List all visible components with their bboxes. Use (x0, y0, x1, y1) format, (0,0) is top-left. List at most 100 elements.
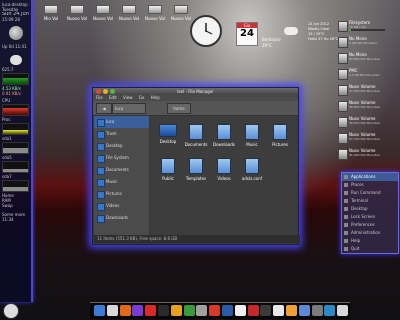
sidebar-item-label: Desktop (106, 143, 123, 148)
dock-app-icon[interactable] (273, 305, 285, 316)
menu-edit[interactable]: Edit (109, 95, 117, 100)
file-item[interactable]: Documents (183, 124, 209, 147)
dock-app-icon[interactable] (247, 305, 259, 316)
sidebar-item[interactable]: luca (94, 116, 149, 128)
hard-drive-icon (338, 37, 348, 48)
menu-item-icon (344, 183, 348, 187)
sidebar-item[interactable]: Trash (94, 128, 149, 140)
desktop-drive-5[interactable]: Nuovo Vol (141, 3, 169, 29)
menu-item-label: Run Command (351, 190, 381, 195)
window-titlebar[interactable]: Ixel - File Manager (93, 88, 298, 95)
swap-label: Swap (2, 203, 13, 208)
weather-feels: Feels 37 Hu 28°C (308, 37, 339, 41)
menu-item[interactable]: Terminal (342, 197, 398, 205)
dock-app-icon[interactable] (170, 305, 182, 316)
sidebar-item[interactable]: File System (94, 152, 149, 164)
menu-view[interactable]: View (123, 95, 133, 100)
path-button-luca[interactable]: luca (112, 103, 146, 114)
file-item[interactable]: Public (155, 158, 181, 181)
menu-item-label: Administration (351, 230, 381, 235)
file-manager-window[interactable]: Ixel - File Manager File Edit View Go He… (92, 87, 300, 245)
dock-app-icon[interactable] (324, 305, 336, 316)
drive-entry[interactable]: Nuov Volume 41,000 Not Mounted (338, 148, 396, 160)
desktop-drive-3[interactable]: Nuovo Vol (89, 3, 117, 29)
file-item[interactable]: Videos (211, 158, 237, 181)
dock-app-icon[interactable] (286, 305, 297, 316)
desktop-drive-1[interactable]: Mio Vol (37, 3, 65, 29)
menu-item[interactable]: Preferences (342, 221, 398, 229)
desktop-drive-2[interactable]: Nuovo Vol (63, 3, 91, 29)
disk-graph-3 (2, 180, 29, 192)
path-button-home[interactable]: home (167, 103, 191, 114)
dock-app-icon[interactable] (209, 305, 221, 316)
sidebar-item-label: Pictures (106, 191, 122, 196)
dock-app-icon[interactable] (311, 305, 323, 316)
sidebar: luca Trash Desktop File System Documents Musi… (94, 116, 149, 235)
menu-item[interactable]: Applications (342, 173, 398, 181)
sidebar-item[interactable]: Videos (94, 200, 149, 212)
file-view: Desktop Documents Downloads Music Pictures Pu… (151, 116, 297, 235)
menu-item[interactable]: Administration (342, 229, 398, 237)
menu-item-icon (344, 207, 348, 211)
drive-entry[interactable]: PMC 2.3 GB Not Mounted (338, 68, 396, 80)
menu-item[interactable]: Places (342, 181, 398, 189)
drive-entry[interactable]: Nu Mono 2 GB Not Mounted (338, 36, 396, 48)
drive-entry[interactable]: Filesystem 72 GB / 5% (338, 20, 396, 32)
eye-icon[interactable] (3, 303, 19, 319)
dock-app-icon[interactable] (222, 305, 233, 316)
sidebar-item[interactable]: Pictures (94, 188, 149, 200)
dock-app-icon[interactable] (196, 305, 208, 316)
dock-app-icon[interactable] (260, 305, 272, 316)
close-icon[interactable] (96, 89, 101, 94)
drive-status: 37,500 Not Mounted (349, 89, 380, 93)
sidebar-item[interactable]: Documents (94, 164, 149, 176)
desktop-drive-4[interactable]: Nuovo Vol (115, 3, 143, 29)
drive-entry[interactable]: Nu Mono 87,800 Not Mounted (338, 52, 396, 64)
dock-app-icon[interactable] (183, 305, 195, 316)
dock-app-icon[interactable] (158, 305, 169, 316)
menu-help[interactable]: Help (151, 95, 160, 100)
file-item-label: Public (162, 176, 174, 181)
dock-app-icon[interactable] (106, 305, 118, 316)
menu-go[interactable]: Go (139, 95, 145, 100)
file-item-label: Desktop (159, 139, 177, 144)
dock-app-icon[interactable] (337, 305, 349, 316)
file-item[interactable]: Desktop (155, 124, 181, 144)
file-item[interactable]: Templates (183, 158, 209, 181)
drive-status: 36,500 Not Mounted (349, 121, 380, 125)
dock-app-icon[interactable] (298, 305, 310, 316)
menu-item-icon (344, 223, 348, 227)
dock-app-icon[interactable] (234, 305, 246, 316)
menu-item[interactable]: Lock Screen (342, 213, 398, 221)
cpu-graph (2, 104, 29, 116)
dock-app-icon[interactable] (132, 305, 144, 316)
clock-face-icon (205, 23, 213, 35)
hard-drive-icon (338, 69, 348, 80)
sidebar-item[interactable]: Desktop (94, 140, 149, 152)
drive-icon (148, 5, 162, 14)
menu-item[interactable]: Run Command (342, 189, 398, 197)
drive-entry[interactable]: Nuov Volume 36,500 Not Mounted (338, 116, 396, 128)
menu-item[interactable]: Quit (342, 245, 398, 253)
minimize-icon[interactable] (103, 89, 108, 94)
maximize-icon[interactable] (110, 89, 115, 94)
menu-item[interactable]: Desktop (342, 205, 398, 213)
folder-icon (161, 158, 175, 174)
drive-entry[interactable]: Nuov Volume 48,800 Not Mounted (338, 100, 396, 112)
drive-entry[interactable]: Nuov Volume 57,700 Not Mounted (338, 132, 396, 144)
menu-file[interactable]: File (96, 95, 103, 100)
drive-entry[interactable]: Nuov Volume 37,500 Not Mounted (338, 84, 396, 96)
menu-item[interactable]: Help (342, 237, 398, 245)
file-item[interactable]: Music (239, 124, 265, 147)
sidebar-item[interactable]: Music (94, 176, 149, 188)
menu-item-icon (344, 215, 348, 219)
dock-app-icon[interactable] (145, 305, 157, 316)
back-button[interactable]: ◀ (96, 103, 112, 114)
dock-app-icon[interactable] (119, 305, 131, 316)
dock-app-icon[interactable] (94, 305, 105, 316)
sidebar-item[interactable]: Downloads (94, 212, 149, 224)
file-item[interactable]: Downloads (211, 124, 237, 147)
file-item[interactable]: Pictures (267, 124, 293, 147)
file-item[interactable]: adsiz.conf (239, 158, 265, 181)
folder-icon (97, 131, 105, 139)
